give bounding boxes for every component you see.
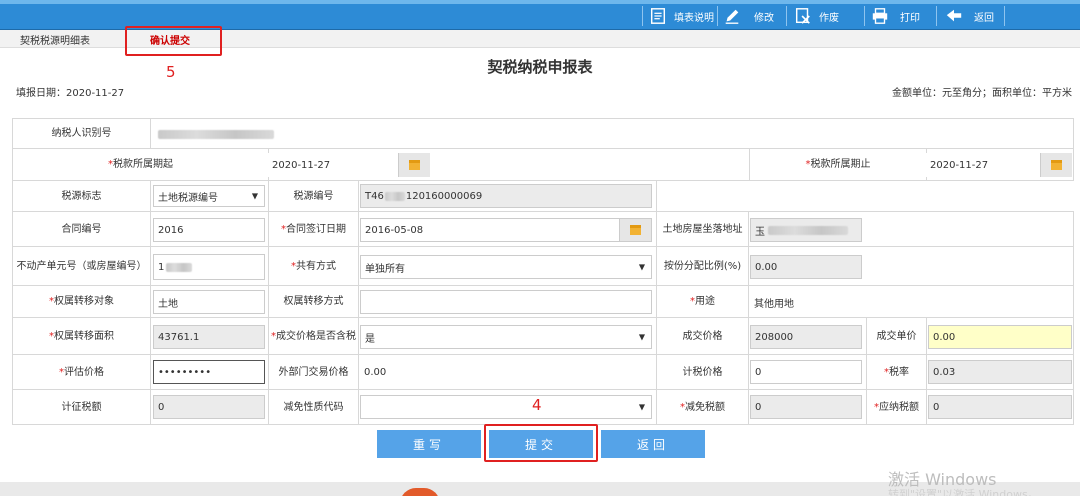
- deal-price-label: 成交价格: [682, 330, 723, 342]
- redacted-value: [384, 191, 405, 201]
- relief-tax-field: 0: [750, 395, 862, 419]
- pencil-icon: [722, 6, 742, 26]
- area-field: 43761.1: [153, 325, 265, 349]
- transfer-mode-input[interactable]: [360, 290, 652, 314]
- calendar-icon[interactable]: [1040, 153, 1072, 177]
- fill-help-label: 填表说明: [674, 12, 714, 24]
- share-mode-label: * 共有方式: [291, 260, 336, 272]
- ratio-label: 按份分配比例(%): [663, 260, 742, 272]
- source-flag-label: 税源标志: [61, 190, 102, 202]
- tax-rate-label: * 税率: [884, 366, 909, 378]
- printer-icon: [870, 6, 890, 26]
- toolbar-separator: [1004, 6, 1005, 26]
- toolbar-separator: [717, 6, 718, 26]
- calendar-icon[interactable]: [398, 153, 430, 177]
- unit-price-input[interactable]: 0.00: [928, 325, 1072, 349]
- toolbar-separator: [642, 6, 643, 26]
- fill-help-button[interactable]: 填表说明: [648, 5, 714, 27]
- reset-button[interactable]: 重写: [377, 430, 481, 458]
- deal-price-field: 208000: [750, 325, 862, 349]
- windows-watermark-sub: 转到"设置"以激活 Windows。: [888, 488, 1039, 496]
- payable-tax-label: *应纳税额: [874, 401, 919, 413]
- contract-no-input[interactable]: 2016: [153, 218, 265, 242]
- period-start-input[interactable]: 2020-11-27: [268, 153, 430, 177]
- contract-no-label: 合同编号: [61, 223, 102, 235]
- top-band: [0, 0, 1080, 4]
- address-label: 土地房屋坐落地址: [662, 223, 743, 235]
- back-button[interactable]: 返回: [601, 430, 705, 458]
- usage-label: * 用途: [690, 296, 715, 307]
- transfer-object-input[interactable]: 土地: [153, 290, 265, 314]
- external-price-label: 外部门交易价格: [278, 366, 349, 378]
- share-mode-select[interactable]: 单独所有 ▼: [360, 255, 652, 279]
- page-title: 契税纳税申报表: [487, 58, 593, 76]
- transfer-object-label: * 权属转移对象: [49, 296, 114, 307]
- toolbar-separator: [936, 6, 937, 26]
- print-button[interactable]: 打印: [870, 5, 920, 27]
- highlight-box-confirm: [125, 26, 222, 56]
- document-icon: [648, 6, 668, 26]
- period-end-label: * 税款所属期止: [805, 159, 871, 170]
- tax-price-field: 0: [750, 360, 862, 384]
- taxpayer-id-field: [154, 124, 294, 144]
- redacted-value: [166, 262, 193, 272]
- property-unit-label: 不动产单元号（或房屋编号）: [16, 260, 147, 272]
- relief-code-label: 减免性质代码: [283, 401, 344, 413]
- highlight-box-submit: [484, 424, 598, 462]
- units-note: 金额单位：元至角分；面积单位：平方米: [892, 88, 1072, 99]
- annotation-step-4: 4: [532, 396, 542, 414]
- tab-detail[interactable]: 契税税源明细表: [20, 32, 90, 47]
- back-arrow-icon: [944, 6, 964, 26]
- contract-date-input[interactable]: 2016-05-08: [360, 218, 652, 242]
- redacted-value: [158, 129, 274, 139]
- void-document-icon: [793, 6, 813, 26]
- assess-price-input[interactable]: •••••••••: [153, 360, 265, 384]
- chevron-down-icon: ▼: [638, 402, 645, 412]
- toolbar-separator: [864, 6, 865, 26]
- calendar-icon[interactable]: [619, 219, 651, 241]
- fill-date: 填报日期：2020-11-27: [16, 88, 125, 99]
- period-start-label: * 税款所属期起: [108, 159, 173, 170]
- price-tax-included-select[interactable]: 是 ▼: [360, 325, 652, 349]
- external-price-field: 0.00: [360, 360, 652, 384]
- transfer-mode-label: 权属转移方式: [283, 296, 344, 307]
- source-flag-select[interactable]: 土地税源编号 ▼: [153, 185, 265, 207]
- edit-button[interactable]: 修改: [722, 5, 774, 27]
- ratio-field: 0.00: [750, 255, 862, 279]
- tax-price-label: 计税价格: [682, 366, 723, 378]
- print-label: 打印: [900, 12, 920, 24]
- void-label: 作废: [819, 12, 839, 24]
- relief-code-select[interactable]: ▼: [360, 395, 652, 419]
- area-label: * 权属转移面积: [49, 330, 114, 342]
- source-no-field: T46 120160000069: [360, 184, 652, 208]
- edit-label: 修改: [754, 12, 774, 24]
- address-field: 玉: [750, 218, 862, 242]
- back-toolbar-button[interactable]: 返回: [944, 5, 994, 27]
- back-toolbar-label: 返回: [974, 12, 994, 24]
- tax-rate-field: 0.03: [928, 360, 1072, 384]
- taxpayer-id-label: 纳税人识别号: [51, 128, 112, 139]
- unit-price-label: 成交单价: [876, 330, 917, 342]
- assess-price-label: * 评估价格: [59, 366, 104, 378]
- void-button[interactable]: 作废: [793, 5, 839, 27]
- price-tax-included-label: *成交价格是否含税: [271, 330, 356, 342]
- payable-tax-field: 0: [928, 395, 1072, 419]
- source-no-label: 税源编号: [293, 190, 334, 202]
- contract-date-label: * 合同签订日期: [281, 223, 346, 235]
- toolbar-separator: [786, 6, 787, 26]
- relief-tax-label: * 减免税额: [680, 401, 725, 413]
- period-end-input[interactable]: 2020-11-27: [926, 153, 1072, 177]
- chevron-down-icon: ▼: [638, 262, 645, 272]
- levy-tax-label: 计征税额: [61, 401, 102, 413]
- levy-tax-field: 0: [153, 395, 265, 419]
- usage-field: 其他用地: [750, 290, 862, 314]
- redacted-value: [768, 225, 848, 235]
- chevron-down-icon: ▼: [638, 332, 645, 342]
- property-unit-input[interactable]: 1: [153, 254, 265, 280]
- chevron-down-icon: ▼: [251, 191, 258, 201]
